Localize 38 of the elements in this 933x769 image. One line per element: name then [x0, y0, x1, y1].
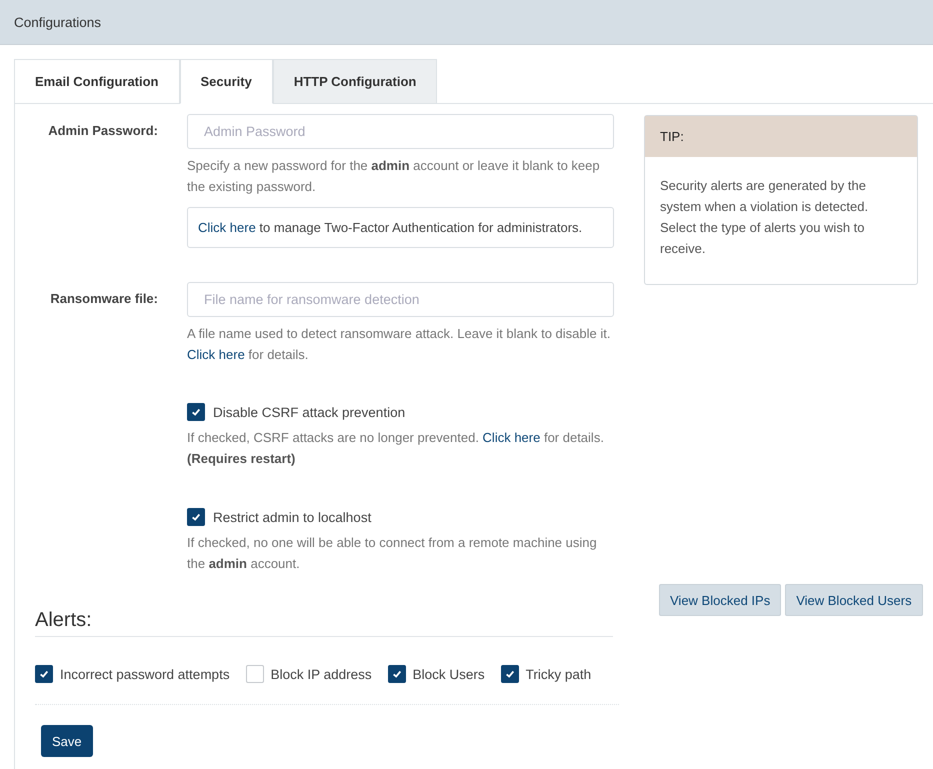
tip-text: Security alerts are generated by the system when a violation is detected. Select the type of alerts you wish to receive.	[659, 177, 870, 258]
checkbox-label: Block IP address	[270, 666, 372, 682]
check-icon	[191, 407, 201, 417]
help-text: A file name used to detect ransomware attack. Leave it blank to disable it. Click here for details.	[187, 325, 612, 364]
checkbox[interactable]	[500, 665, 519, 683]
checkbox-label: Restrict admin to localhost	[213, 510, 372, 524]
view-button[interactable]: View Blocked Users	[785, 584, 923, 616]
check-icon	[504, 669, 515, 679]
checkbox-label: Block Users	[412, 666, 485, 682]
section-title: Alerts:	[35, 609, 613, 637]
checkbox-label: Tricky path	[526, 666, 592, 682]
help-text: If checked, CSRF attacks are no longer prevented. Click here for details. (Requires restart)	[187, 429, 605, 468]
input-field[interactable]: Admin Password	[187, 114, 614, 149]
checkbox[interactable]	[187, 508, 205, 526]
field-label: Admin Password:	[48, 123, 158, 138]
link[interactable]: Click here	[187, 347, 245, 362]
help-text: If checked, no one will be able to connect from a remote machine using the admin account.	[187, 534, 598, 573]
checkbox[interactable]	[35, 665, 53, 683]
page-title: Configurations	[14, 14, 102, 30]
notice-box: Click here to manage Two-Factor Authentication for administrators.	[187, 207, 614, 248]
tab[interactable]: Email Configuration	[14, 59, 180, 103]
save-button[interactable]: Save	[41, 725, 93, 757]
checkbox-label: Incorrect password attempts	[60, 666, 230, 682]
tip-header: TIP:	[645, 116, 917, 157]
tab[interactable]: HTTP Configuration	[272, 59, 438, 103]
link[interactable]: Click here	[482, 430, 540, 445]
checkbox[interactable]	[388, 665, 406, 683]
input-field[interactable]: File name for ransomware detection	[187, 282, 614, 317]
field-label: Ransomware file:	[50, 291, 158, 306]
link[interactable]: Click here	[198, 220, 256, 235]
view-button[interactable]: View Blocked IPs	[659, 584, 782, 616]
checkbox-label: Disable CSRF attack prevention	[213, 404, 406, 420]
tab[interactable]: Security	[180, 59, 273, 104]
check-icon	[39, 669, 49, 679]
help-text: Specify a new password for the admin account or leave it blank to keep the existing password.	[187, 157, 601, 196]
check-icon	[191, 512, 201, 522]
checkbox[interactable]	[187, 403, 205, 421]
check-icon	[392, 669, 402, 679]
